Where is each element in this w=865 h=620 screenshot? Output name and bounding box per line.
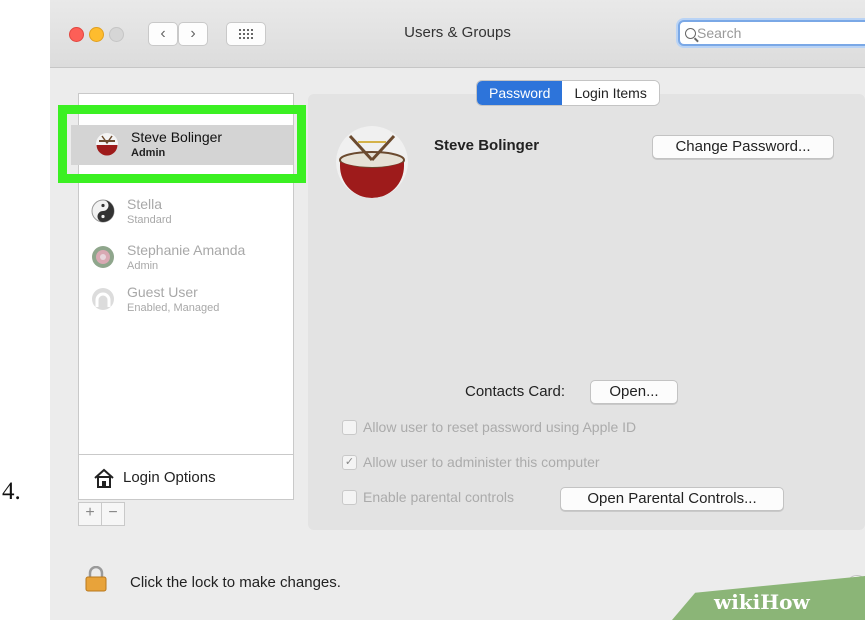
tab-password[interactable]: Password: [477, 81, 563, 105]
user-item-stephanie-amanda[interactable]: Stephanie Amanda Admin: [79, 237, 293, 279]
lock-icon[interactable]: [85, 566, 107, 592]
reset-password-checkbox[interactable]: [342, 419, 357, 435]
selection-highlight-box: [58, 105, 306, 183]
user-role: Enabled, Managed: [127, 302, 220, 314]
user-item-guest-user[interactable]: Guest User Enabled, Managed: [79, 279, 293, 321]
user-name: Stephanie Amanda: [127, 242, 246, 258]
contacts-card-label: Contacts Card:: [465, 383, 566, 400]
search-icon: [685, 28, 696, 39]
login-options-label: Login Options: [123, 469, 216, 486]
users-groups-window: ‹ › Users & Groups Search Stella Standar…: [50, 0, 865, 620]
checkbox-label: Allow user to reset password using Apple…: [363, 419, 637, 435]
contacts-open-button[interactable]: Open...: [590, 380, 678, 404]
drum-avatar-large[interactable]: [336, 126, 408, 198]
administer-computer-checkbox[interactable]: ✓: [342, 454, 357, 470]
reset-password-checkbox-row[interactable]: Allow user to reset password using Apple…: [342, 419, 636, 435]
guest-user-icon: [92, 288, 114, 310]
checkbox-label: Enable parental controls: [363, 489, 514, 505]
flower-avatar: [92, 246, 114, 268]
user-full-name: Steve Bolinger: [434, 137, 540, 154]
user-item-stella[interactable]: Stella Standard: [79, 191, 293, 233]
user-name: Stella: [127, 196, 163, 212]
step-number: 4.: [2, 478, 21, 505]
search-input[interactable]: Search: [678, 20, 865, 46]
user-role: Standard: [127, 214, 172, 226]
title-bar: ‹ › Users & Groups Search: [50, 0, 865, 68]
open-parental-controls-button[interactable]: Open Parental Controls...: [560, 487, 784, 511]
search-placeholder: Search: [697, 25, 742, 41]
parental-controls-checkbox-row[interactable]: Enable parental controls: [342, 489, 514, 505]
checkbox-label: Allow user to administer this computer: [363, 454, 600, 470]
administer-computer-checkbox-row[interactable]: ✓ Allow user to administer this computer: [342, 454, 600, 470]
user-role: Admin: [127, 260, 159, 272]
user-name: Guest User: [127, 284, 198, 300]
lock-message: Click the lock to make changes.: [130, 574, 341, 591]
checkmark-icon: ✓: [344, 455, 355, 468]
add-user-button[interactable]: +: [78, 502, 102, 526]
login-options-item[interactable]: Login Options: [78, 455, 294, 500]
remove-user-button[interactable]: −: [101, 502, 125, 526]
parental-controls-checkbox[interactable]: [342, 489, 357, 505]
yin-yang-avatar: [91, 199, 115, 223]
tab-bar: Password Login Items: [476, 80, 660, 106]
watermark-text: wikiHow: [714, 590, 810, 614]
change-password-button[interactable]: Change Password...: [652, 135, 834, 159]
add-remove-buttons: + −: [78, 502, 125, 526]
house-icon: [94, 468, 114, 488]
tab-login-items[interactable]: Login Items: [562, 81, 659, 105]
